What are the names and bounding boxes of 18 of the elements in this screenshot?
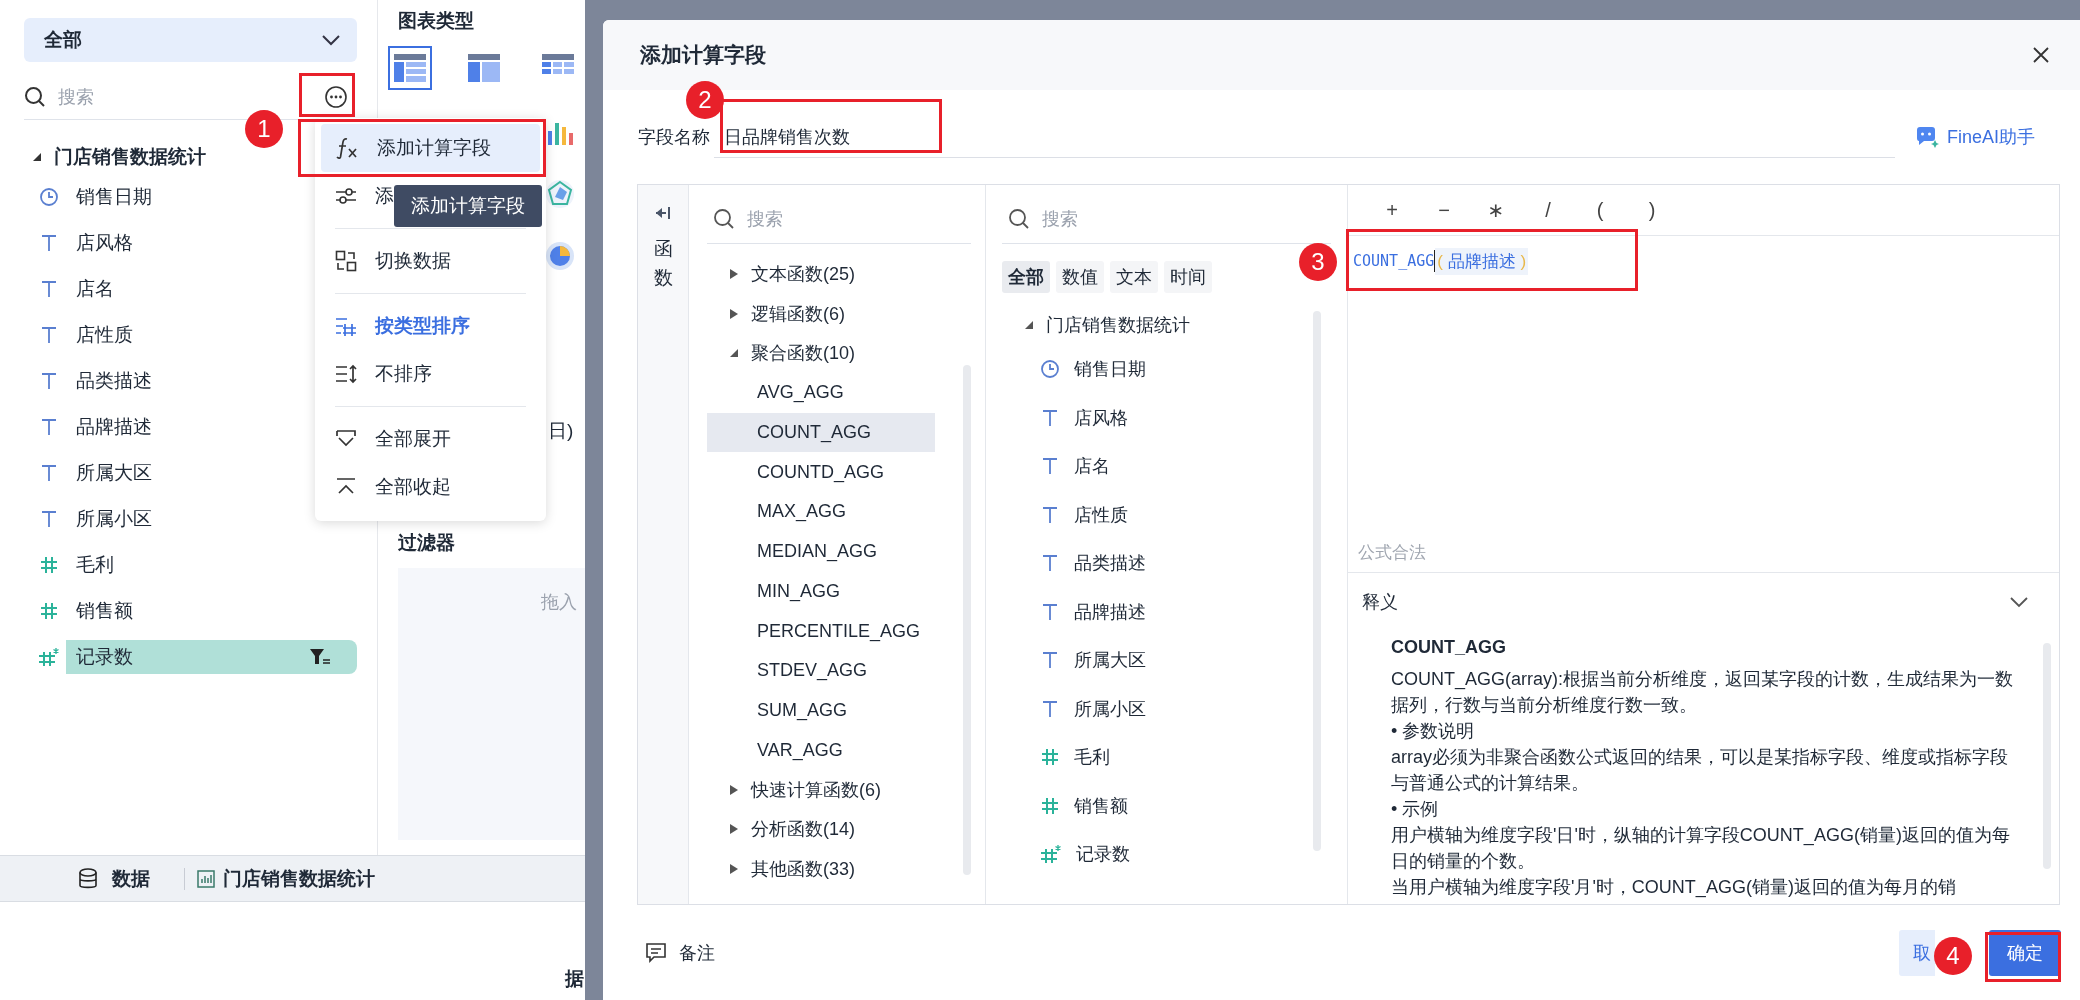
- field-label: 字段名称: [638, 126, 710, 149]
- validation-status: 公式合法: [1357, 542, 1427, 564]
- section-title: 过滤器: [398, 531, 455, 555]
- formula-function: COUNT_AGG: [1353, 252, 1435, 270]
- explanation-heading: COUNT_AGG: [1391, 637, 1507, 658]
- clipped-label: 日): [548, 419, 574, 443]
- field-token: ( 品牌描述 ): [1435, 247, 1529, 275]
- explanation-text: • 示例: [1391, 798, 1440, 821]
- explanation-text: array必须为非聚合函数公式返回的结果，可以是某指标字段、维度或指标字段与普通公式的计算结果。: [1391, 746, 2009, 795]
- panel-label: 函数: [653, 237, 673, 290]
- clipped-label: 据: [565, 967, 584, 991]
- tooltip: 添加计算字段: [394, 185, 542, 227]
- explanation-text: 用户横轴为维度字段'日'时，纵轴的计算字段COUNT_AGG(销量)返回的值为每日的销量的个数。: [1391, 824, 2011, 873]
- explanation-text: • 参数说明: [1391, 720, 1476, 743]
- explanation-text: COUNT_AGG(array):根据当前分析维度，返回某字段的计数，生成结果为一数据列，行数与当前分析维度行数一致。: [1391, 668, 2014, 717]
- explanation-text: 当用户横轴为维度字段'月'时，COUNT_AGG(销量)返回的值为每月的销: [1391, 876, 1957, 900]
- dialog-title: 添加计算字段: [640, 42, 766, 68]
- section-title: 图表类型: [398, 9, 475, 33]
